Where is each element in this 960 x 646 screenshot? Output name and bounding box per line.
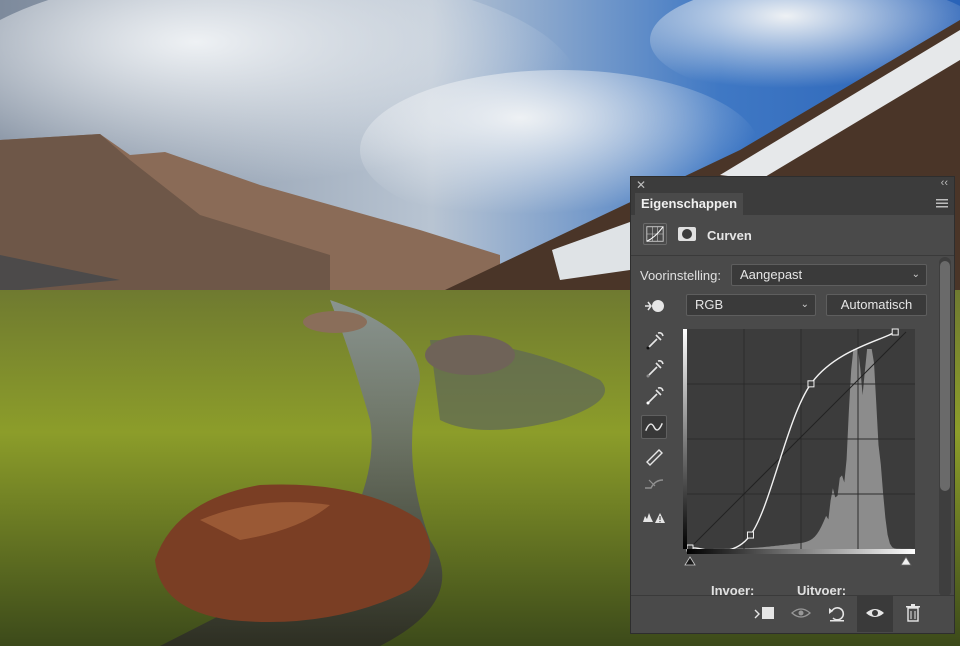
white-point-eyedropper-icon[interactable] — [641, 384, 667, 408]
preset-label: Voorinstelling: — [640, 268, 721, 283]
channel-dropdown[interactable]: RGB ⌄ — [686, 294, 816, 316]
tab-properties[interactable]: Eigenschappen — [635, 193, 744, 215]
curves-adjustment-icon[interactable] — [643, 223, 667, 245]
curve-control-point[interactable] — [891, 328, 899, 336]
view-previous-state-icon[interactable] — [789, 602, 813, 624]
on-image-adjust-icon[interactable] — [643, 296, 667, 316]
header-divider — [631, 255, 954, 256]
panel-tab-row: Eigenschappen — [631, 193, 954, 215]
black-point-eyedropper-icon[interactable] — [641, 329, 667, 353]
panel-topbar: ✕ ‹‹ — [631, 177, 954, 193]
properties-panel: ✕ ‹‹ Eigenschappen Curven Voorinstelling… — [630, 176, 955, 634]
channel-value: RGB — [695, 297, 724, 312]
adjustment-header: Curven — [631, 219, 954, 251]
scrollbar-thumb[interactable] — [940, 261, 950, 491]
panel-menu-icon[interactable] — [936, 197, 948, 209]
chevron-down-icon: ⌄ — [800, 299, 809, 310]
reset-icon[interactable] — [825, 602, 849, 624]
curve-edit-points-icon[interactable] — [641, 415, 667, 439]
adjustment-title: Curven — [707, 228, 752, 243]
panel-scrollbar[interactable] — [939, 257, 951, 597]
double-chevron-icon[interactable]: ‹‹ — [941, 177, 948, 189]
smooth-curve-icon[interactable] — [641, 472, 667, 496]
chevron-down-icon: ⌄ — [911, 269, 920, 280]
auto-button[interactable]: Automatisch — [826, 294, 927, 316]
clipping-warning-icon[interactable] — [641, 504, 667, 528]
curve-control-point[interactable] — [746, 531, 754, 539]
preset-dropdown[interactable]: Aangepast ⌄ — [731, 264, 927, 286]
curve-control-point[interactable] — [807, 380, 815, 388]
input-gradient-bar — [683, 329, 687, 549]
close-icon[interactable]: ✕ — [636, 178, 646, 192]
mask-icon[interactable] — [675, 223, 699, 245]
preset-value: Aangepast — [740, 267, 803, 282]
gray-point-eyedropper-icon[interactable] — [641, 357, 667, 381]
output-gradient-bar — [687, 549, 915, 554]
panel-bottom-bar — [631, 595, 954, 632]
trash-icon[interactable] — [901, 602, 925, 624]
curves-graph[interactable] — [683, 327, 919, 573]
clip-to-layer-icon[interactable] — [753, 602, 777, 624]
pencil-draw-icon[interactable] — [641, 443, 667, 467]
eye-visibility-icon[interactable] — [863, 602, 887, 624]
